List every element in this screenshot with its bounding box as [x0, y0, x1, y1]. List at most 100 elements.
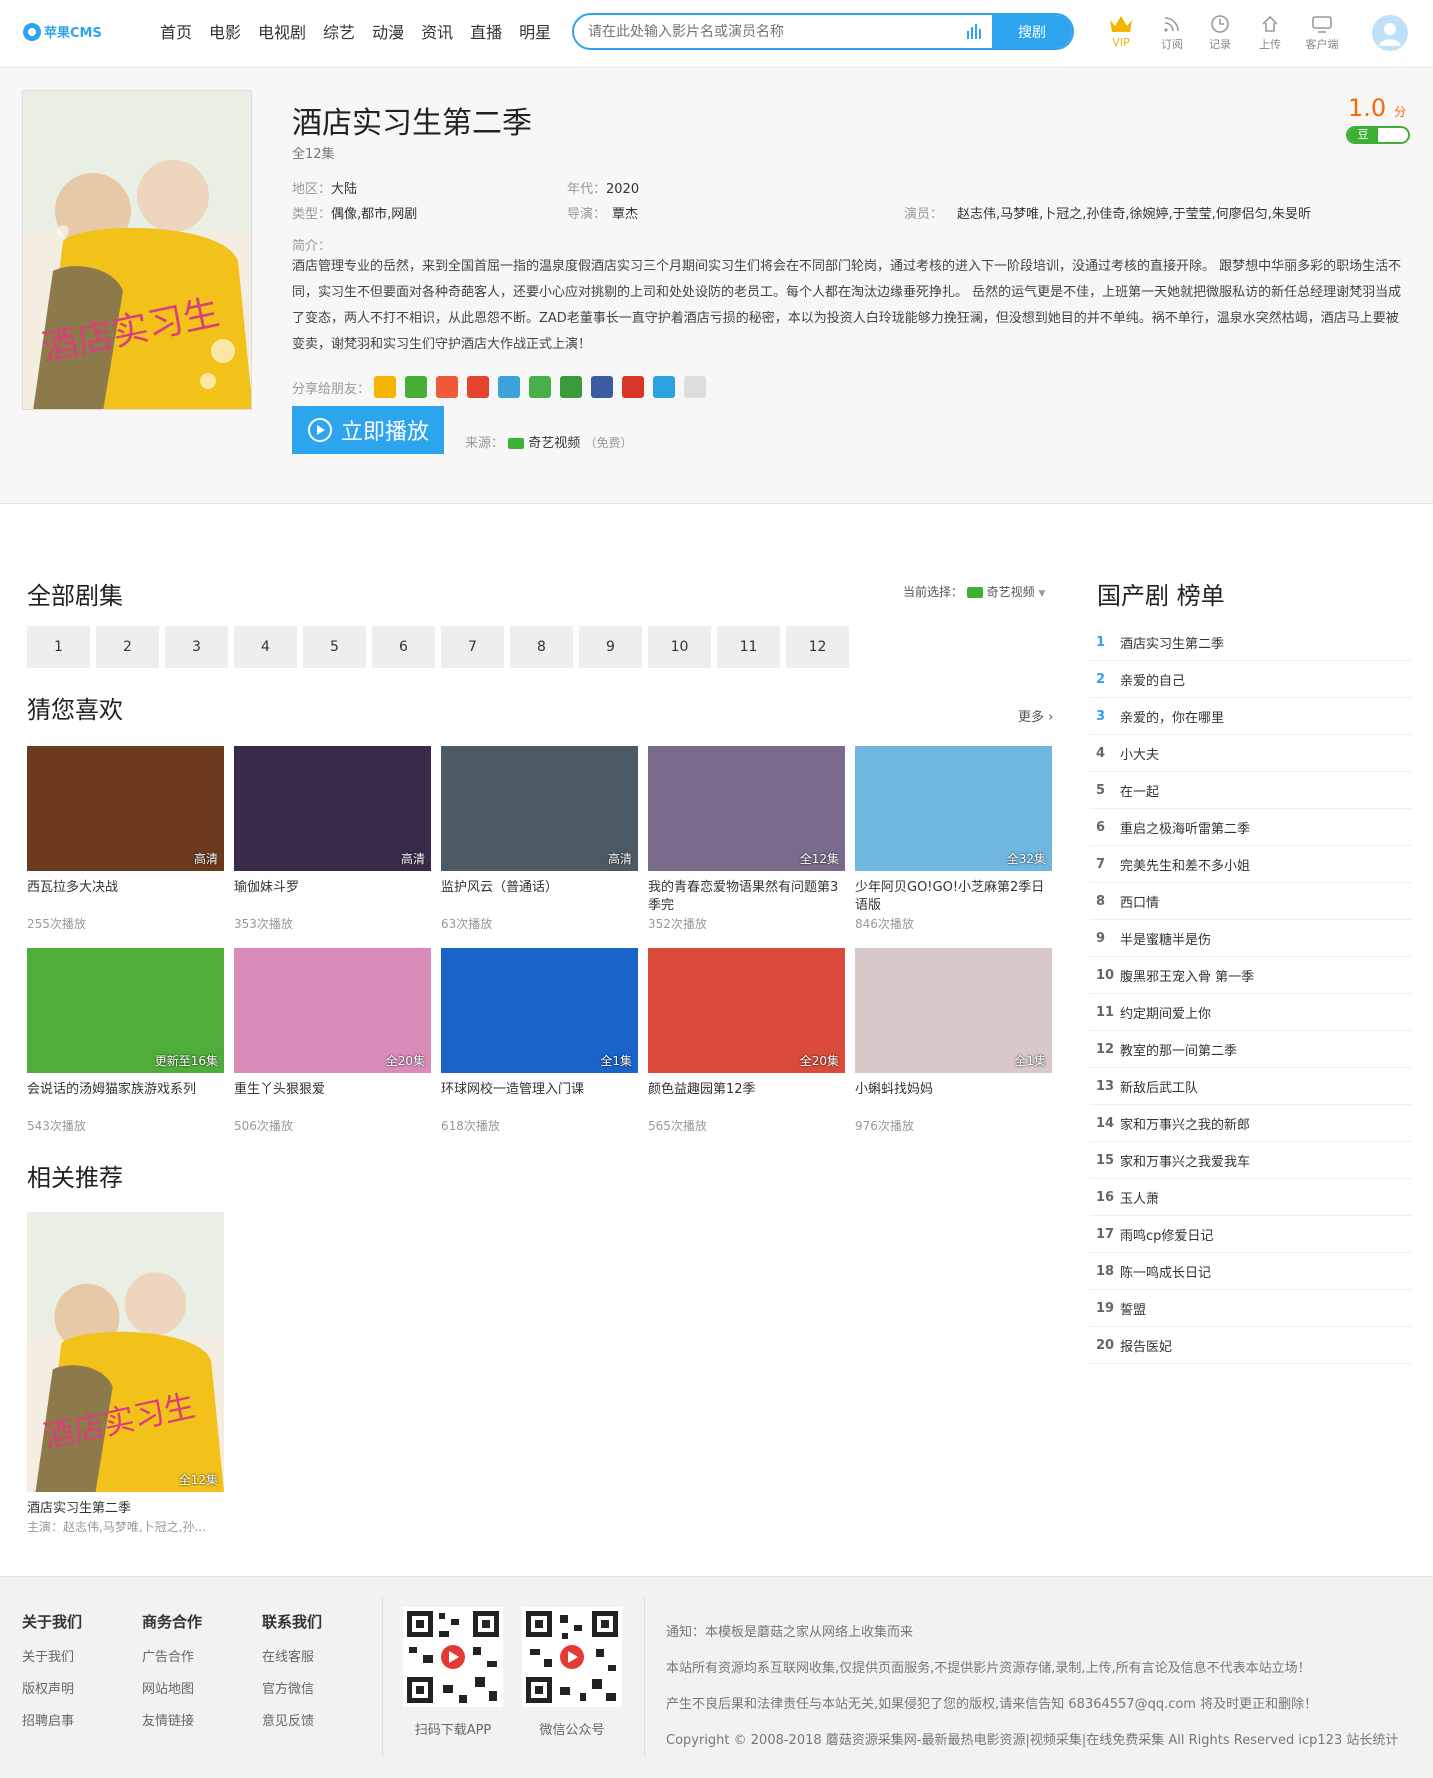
- rank-item[interactable]: 9 半是蜜糖半是伤: [1090, 920, 1412, 957]
- video-card[interactable]: 高清 西瓦拉多大决战 255次播放: [27, 746, 224, 932]
- douban-share-icon[interactable]: [560, 376, 583, 398]
- footer-link[interactable]: 意见反馈: [262, 1710, 322, 1729]
- episode-button[interactable]: 12: [786, 626, 849, 668]
- episode-button[interactable]: 7: [441, 626, 504, 668]
- video-thumb[interactable]: 全20集: [648, 948, 845, 1073]
- footer-link[interactable]: 在线客服: [262, 1646, 322, 1665]
- nav-movie[interactable]: 电影: [209, 0, 241, 68]
- rank-item[interactable]: 18 陈一鸣成长日记: [1090, 1253, 1412, 1290]
- more-share-icon[interactable]: [684, 376, 707, 398]
- qq-icon[interactable]: [436, 376, 459, 398]
- video-card[interactable]: 全1集 环球网校一造管理入门课 618次播放: [441, 948, 638, 1134]
- episode-button[interactable]: 3: [165, 626, 228, 668]
- rank-item[interactable]: 10 腹黑邪王宠入骨 第一季: [1090, 957, 1412, 994]
- current-source-selector[interactable]: 当前选择： 奇艺视频 ▼: [903, 583, 1045, 600]
- more-link[interactable]: 更多 ›: [1018, 706, 1053, 725]
- subscribe-tool[interactable]: 订阅: [1150, 14, 1194, 52]
- vip-tool[interactable]: VIP: [1099, 14, 1143, 49]
- poster-image[interactable]: 酒店实习生: [22, 90, 252, 410]
- footer-link[interactable]: 广告合作: [142, 1646, 202, 1665]
- video-card[interactable]: 高清 瑜伽妹斗罗 353次播放: [234, 746, 431, 932]
- kaixin-icon[interactable]: [622, 376, 645, 398]
- footer-link[interactable]: 关于我们: [22, 1646, 82, 1665]
- rank-item[interactable]: 8 西口情: [1090, 883, 1412, 920]
- video-card[interactable]: 高清 监护风云（普通话） 63次播放: [441, 746, 638, 932]
- search-button[interactable]: 搜剧: [992, 15, 1072, 48]
- related-card[interactable]: 酒店实习生 全12集 酒店实习生第二季 主演：赵志伟,马梦唯,卜冠之,孙...: [27, 1212, 224, 1535]
- rank-item[interactable]: 6 重启之极海听雷第二季: [1090, 809, 1412, 846]
- episode-button[interactable]: 6: [372, 626, 435, 668]
- search-input[interactable]: [588, 15, 958, 48]
- episode-button[interactable]: 10: [648, 626, 711, 668]
- episode-button[interactable]: 9: [579, 626, 642, 668]
- footer-link[interactable]: 招聘启事: [22, 1710, 82, 1729]
- video-name[interactable]: 环球网校一造管理入门课: [441, 1081, 638, 1117]
- footer-link[interactable]: 网站地图: [142, 1678, 202, 1697]
- footer-link[interactable]: 官方微信: [262, 1678, 322, 1697]
- rank-item[interactable]: 17 雨鸣cp修爱日记: [1090, 1216, 1412, 1253]
- rank-item[interactable]: 3 亲爱的，你在哪里: [1090, 698, 1412, 735]
- rank-item[interactable]: 15 家和万事兴之我爱我车: [1090, 1142, 1412, 1179]
- upload-tool[interactable]: 上传: [1248, 14, 1292, 52]
- video-thumb[interactable]: 高清: [441, 746, 638, 871]
- rank-item[interactable]: 19 誓盟: [1090, 1290, 1412, 1327]
- video-thumb[interactable]: 全1集: [441, 948, 638, 1073]
- nav-tv[interactable]: 电视剧: [258, 0, 306, 68]
- video-thumb[interactable]: 更新至16集: [27, 948, 224, 1073]
- video-name[interactable]: 瑜伽妹斗罗: [234, 879, 431, 915]
- video-thumb[interactable]: 全1集: [855, 948, 1052, 1073]
- video-card[interactable]: 全1集 小蝌蚪找妈妈 976次播放: [855, 948, 1052, 1134]
- video-card[interactable]: 全32集 少年阿贝GO!GO!小芝麻第2季日语版 846次播放: [855, 746, 1052, 932]
- rank-item[interactable]: 5 在一起: [1090, 772, 1412, 809]
- related-thumb[interactable]: 酒店实习生 全12集: [27, 1212, 224, 1492]
- nav-live[interactable]: 直播: [470, 0, 502, 68]
- episode-button[interactable]: 2: [96, 626, 159, 668]
- video-thumb[interactable]: 高清: [234, 746, 431, 871]
- twitter-icon[interactable]: [653, 376, 676, 398]
- footer-link[interactable]: 版权声明: [22, 1678, 82, 1697]
- video-name[interactable]: 西瓦拉多大决战: [27, 879, 224, 915]
- voice-bars-icon[interactable]: [966, 24, 982, 40]
- video-thumb[interactable]: 全32集: [855, 746, 1052, 871]
- episode-button[interactable]: 1: [27, 626, 90, 668]
- video-name[interactable]: 重生丫头狠狠爱: [234, 1081, 431, 1117]
- rank-item[interactable]: 20 报告医妃: [1090, 1327, 1412, 1364]
- video-card[interactable]: 全20集 颜色益趣园第12季 565次播放: [648, 948, 845, 1134]
- episode-button[interactable]: 11: [717, 626, 780, 668]
- episode-button[interactable]: 5: [303, 626, 366, 668]
- nav-variety[interactable]: 综艺: [323, 0, 355, 68]
- video-card[interactable]: 全20集 重生丫头狠狠爱 506次播放: [234, 948, 431, 1134]
- video-name[interactable]: 颜色益趣园第12季: [648, 1081, 845, 1117]
- related-name[interactable]: 酒店实习生第二季: [27, 1500, 224, 1518]
- video-card[interactable]: 全12集 我的青春恋爱物语果然有问题第3季完 352次播放: [648, 746, 845, 932]
- tencent-weibo-icon[interactable]: [498, 376, 521, 398]
- episode-button[interactable]: 4: [234, 626, 297, 668]
- history-tool[interactable]: 记录: [1198, 14, 1242, 52]
- rank-item[interactable]: 2 亲爱的自己: [1090, 661, 1412, 698]
- video-name[interactable]: 小蝌蚪找妈妈: [855, 1081, 1052, 1117]
- nav-star[interactable]: 明星: [519, 0, 551, 68]
- video-thumb[interactable]: 高清: [27, 746, 224, 871]
- wechat-icon[interactable]: [405, 376, 428, 398]
- site-logo[interactable]: 苹果CMS: [22, 21, 106, 43]
- rank-item[interactable]: 16 玉人萧: [1090, 1179, 1412, 1216]
- video-card[interactable]: 更新至16集 会说话的汤姆猫家族游戏系列 543次播放: [27, 948, 224, 1134]
- qzone-icon[interactable]: [374, 376, 397, 398]
- footer-link[interactable]: 友情链接: [142, 1710, 202, 1729]
- video-thumb[interactable]: 全12集: [648, 746, 845, 871]
- video-name[interactable]: 监护风云（普通话）: [441, 879, 638, 915]
- rank-item[interactable]: 1 酒店实习生第二季: [1090, 624, 1412, 661]
- rank-item[interactable]: 7 完美先生和差不多小姐: [1090, 846, 1412, 883]
- episode-button[interactable]: 8: [510, 626, 573, 668]
- client-tool[interactable]: 客户端: [1299, 14, 1345, 52]
- renren-icon[interactable]: [529, 376, 552, 398]
- rank-item[interactable]: 13 新敌后武工队: [1090, 1068, 1412, 1105]
- nav-anime[interactable]: 动漫: [372, 0, 404, 68]
- video-name[interactable]: 我的青春恋爱物语果然有问题第3季完: [648, 879, 845, 915]
- rank-item[interactable]: 4 小大夫: [1090, 735, 1412, 772]
- nav-home[interactable]: 首页: [160, 0, 192, 68]
- video-thumb[interactable]: 全20集: [234, 948, 431, 1073]
- play-now-button[interactable]: 立即播放: [292, 406, 444, 454]
- facebook-icon[interactable]: [591, 376, 614, 398]
- rank-item[interactable]: 14 家和万事兴之我的新郎: [1090, 1105, 1412, 1142]
